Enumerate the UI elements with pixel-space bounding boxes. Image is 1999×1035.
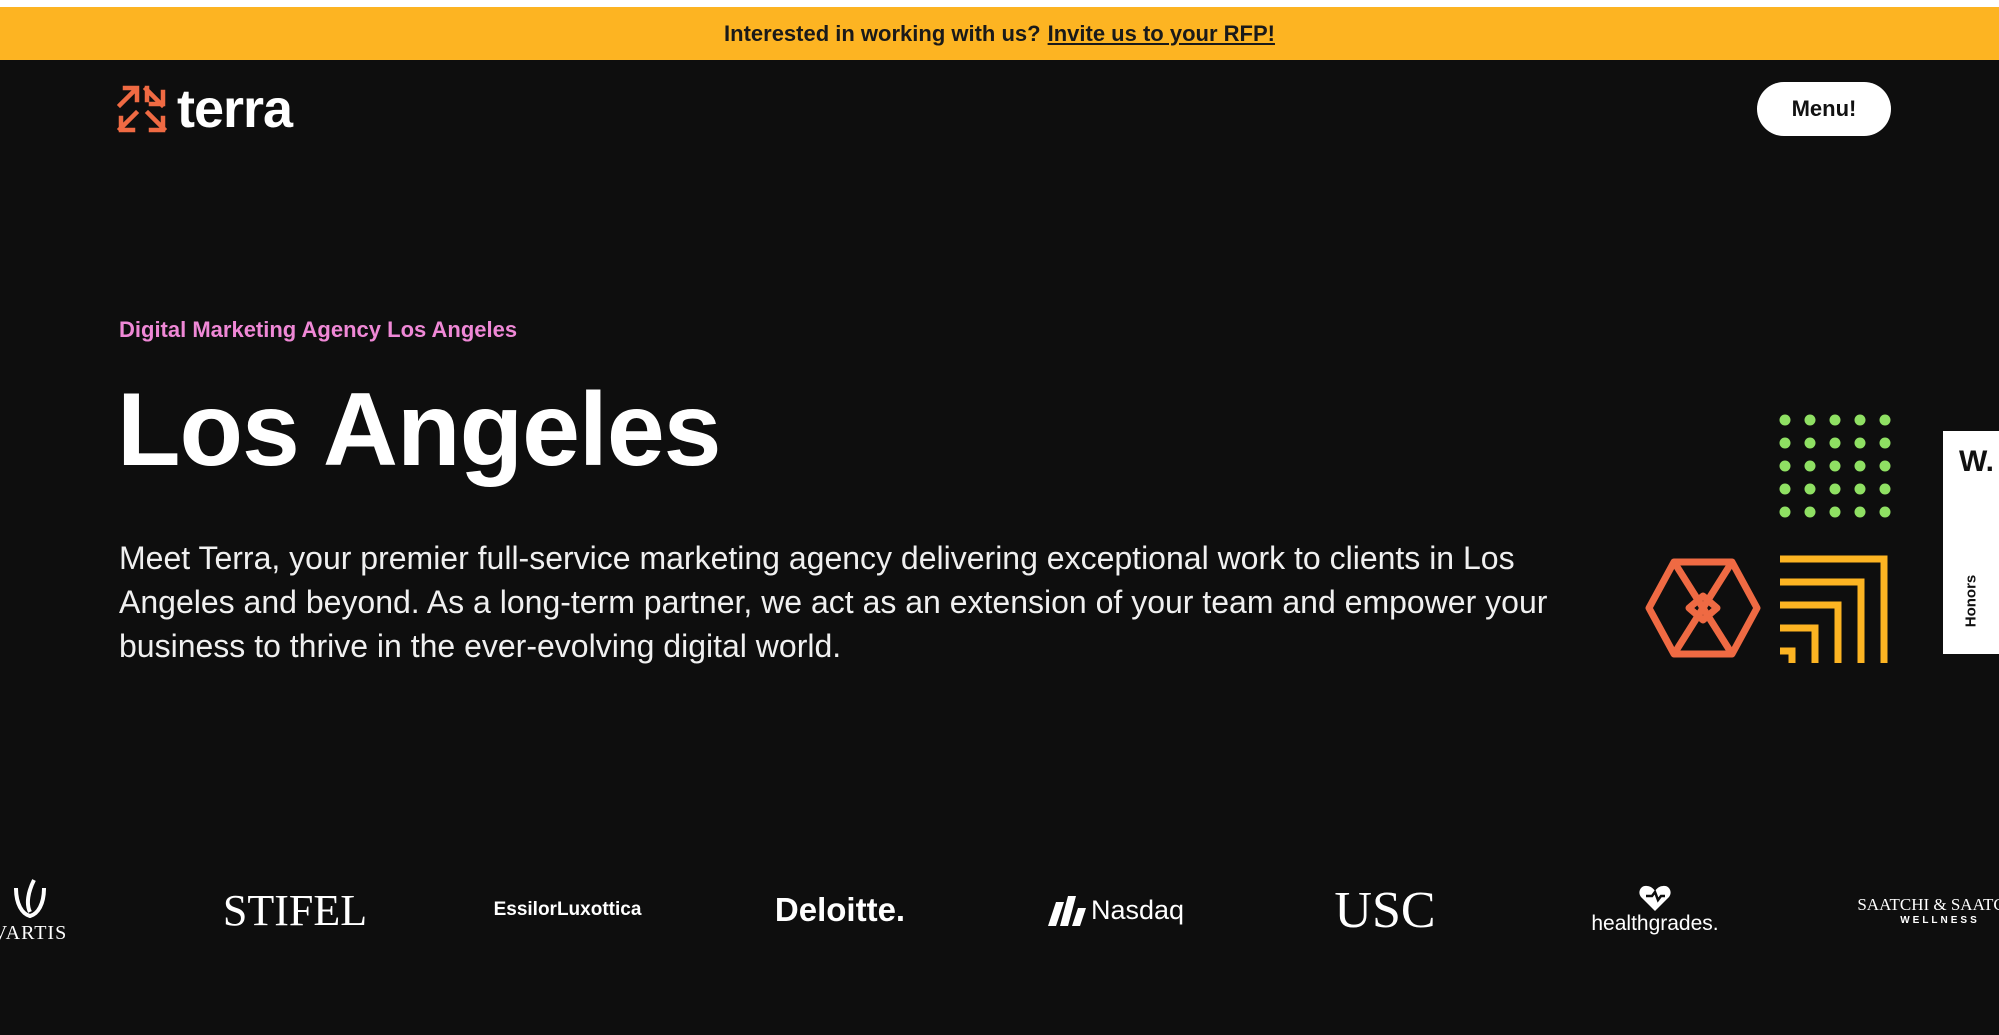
healthgrades-heart-icon	[1639, 885, 1671, 911]
client-logo-stifel: STIFEL	[220, 855, 370, 965]
terra-logo[interactable]: terra	[117, 79, 293, 139]
top-strip	[0, 0, 1999, 7]
green-dot	[1779, 506, 1791, 518]
honors-badge: W.	[1959, 445, 1994, 478]
green-dot	[1804, 483, 1816, 495]
green-dot	[1779, 437, 1791, 449]
client-name: EssilorLuxottica	[493, 899, 642, 920]
green-dot	[1854, 506, 1866, 518]
rfp-link[interactable]: Invite us to your RFP!	[1048, 21, 1275, 47]
client-name: Nasdaq	[1090, 894, 1185, 925]
orange-hexagon-icon	[1645, 558, 1761, 658]
green-dot	[1779, 460, 1791, 472]
client-logo-deloitte: Deloitte.	[755, 855, 925, 965]
client-logo-healthgrades: healthgrades.	[1575, 855, 1735, 965]
client-logo-saatchi: SAATCHI & SAATCHI WELLNESS	[1850, 855, 1999, 965]
green-dot	[1854, 437, 1866, 449]
client-logo-essilorluxottica: EssilorLuxottica	[480, 855, 655, 965]
client-subname: WELLNESS	[1900, 914, 1980, 926]
client-name: healthgrades.	[1591, 912, 1719, 935]
page-title: Los Angeles	[117, 372, 722, 488]
green-dot	[1804, 437, 1816, 449]
client-logo-novartis: VARTIS	[0, 855, 90, 965]
client-logo-strip: VARTIS STIFEL EssilorLuxottica Deloitte.…	[0, 855, 1999, 965]
novartis-flame-icon	[14, 878, 46, 918]
client-name: SAATCHI & SAATCHI	[1857, 894, 1999, 914]
menu-button[interactable]: Menu!	[1757, 82, 1891, 136]
banner-text: Interested in working with us?	[724, 20, 1041, 46]
hero-eyebrow: Digital Marketing Agency Los Angeles	[119, 317, 518, 342]
logo-wordmark: terra	[177, 79, 293, 139]
green-dot	[1804, 506, 1816, 518]
green-dot	[1779, 483, 1791, 495]
client-logo-usc: USC	[1320, 855, 1450, 965]
yellow-stairs-icon	[1780, 555, 1888, 663]
green-dot	[1829, 437, 1841, 449]
green-dot	[1854, 460, 1866, 472]
green-dot	[1854, 483, 1866, 495]
green-dot	[1879, 460, 1891, 472]
honors-label: Honors	[1962, 574, 1980, 628]
client-name: STIFEL	[222, 885, 368, 935]
green-dot	[1779, 414, 1791, 426]
client-logo-nasdaq: Nasdaq	[1040, 855, 1190, 965]
hero-description: Meet Terra, your premier full-service ma…	[119, 540, 1548, 664]
green-dot	[1804, 460, 1816, 472]
client-name: VARTIS	[0, 921, 68, 944]
green-dot	[1829, 506, 1841, 518]
hero-illustration	[1645, 414, 1891, 663]
green-dot	[1879, 483, 1891, 495]
terra-arrows-icon	[117, 85, 167, 133]
nasdaq-mark-icon	[1047, 896, 1086, 926]
green-dot	[1879, 506, 1891, 518]
green-dot	[1879, 414, 1891, 426]
client-name: Deloitte.	[774, 891, 906, 928]
green-dot	[1829, 460, 1841, 472]
green-dot	[1879, 437, 1891, 449]
green-dot	[1804, 414, 1816, 426]
green-dot-grid-icon	[1779, 414, 1891, 518]
honors-tab[interactable]: W. Honors	[1943, 431, 1999, 654]
client-name: USC	[1334, 881, 1436, 939]
green-dot	[1829, 414, 1841, 426]
green-dot	[1829, 483, 1841, 495]
rfp-banner: Interested in working with us? Invite us…	[0, 7, 1999, 60]
green-dot	[1854, 414, 1866, 426]
